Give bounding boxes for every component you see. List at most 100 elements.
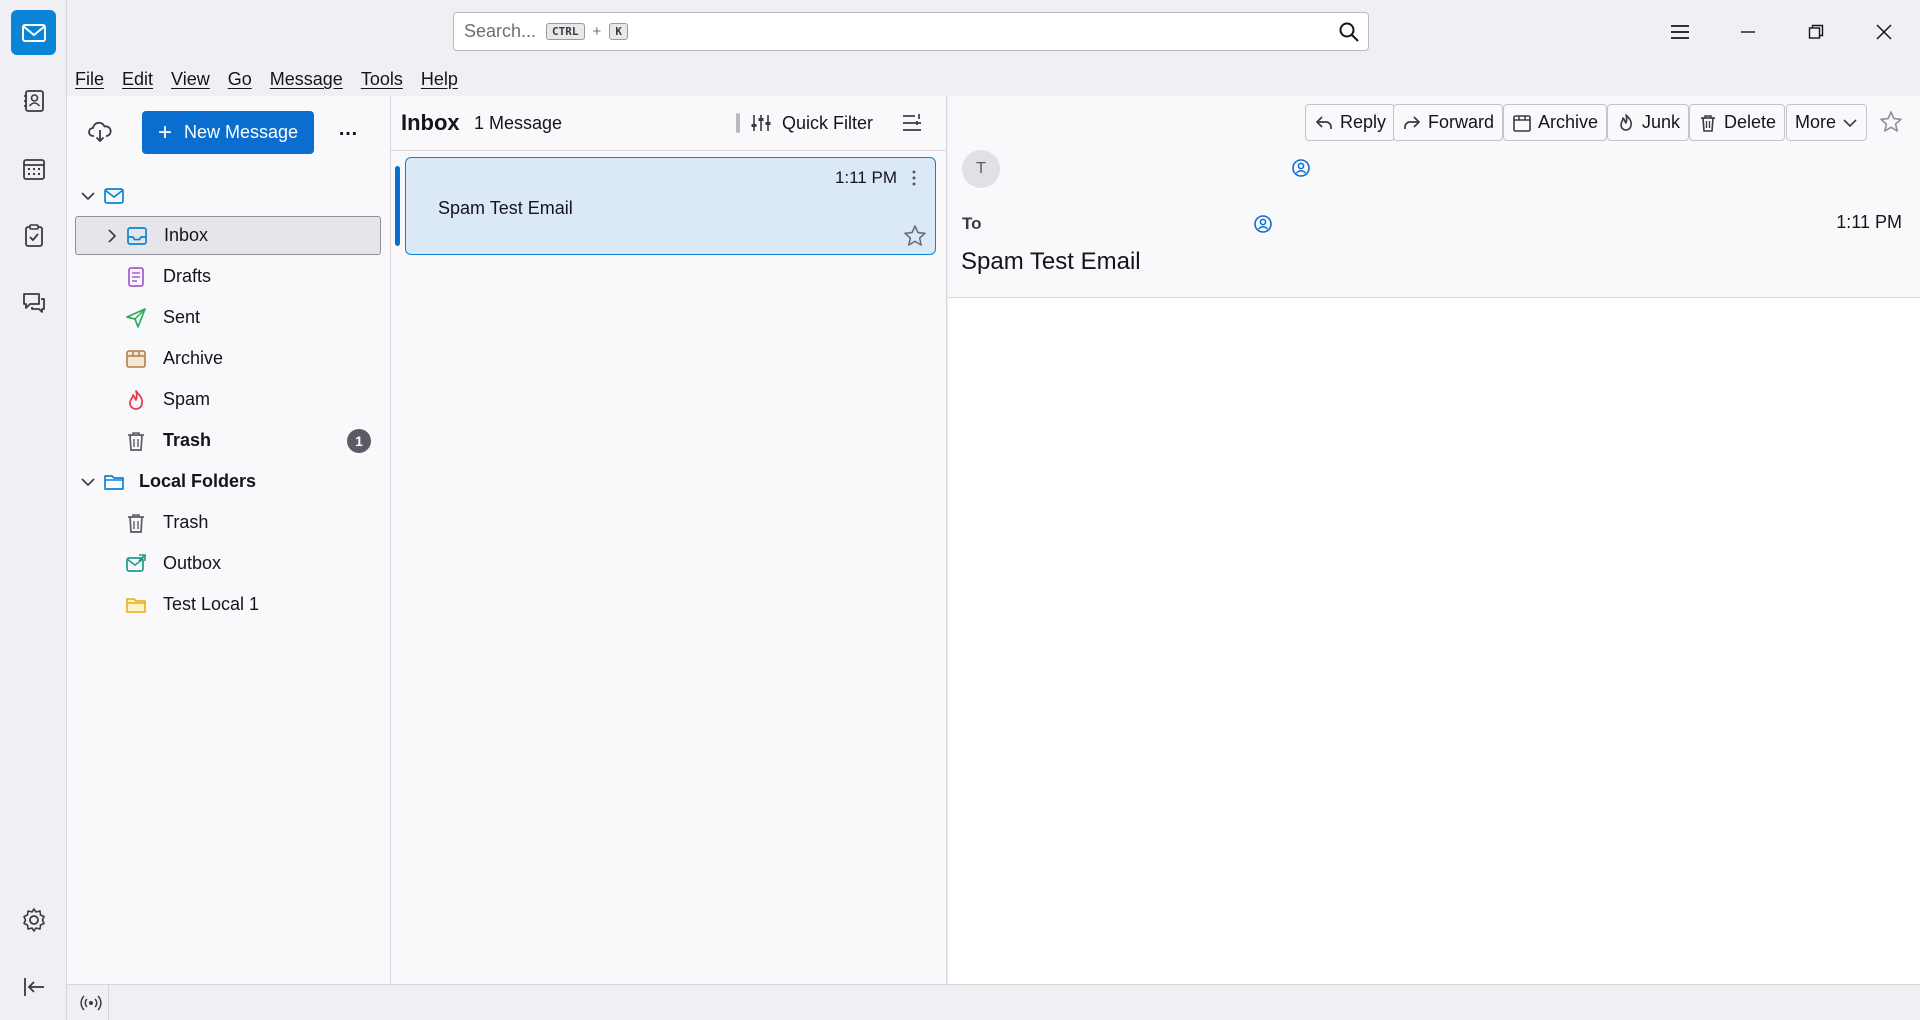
- folder-sent[interactable]: Sent: [75, 298, 381, 337]
- minimize-icon: [1741, 31, 1755, 33]
- reply-button[interactable]: Reply: [1305, 104, 1396, 141]
- archive-button[interactable]: Archive: [1503, 104, 1608, 141]
- junk-button[interactable]: Junk: [1607, 104, 1690, 141]
- inbox-icon: [126, 225, 148, 247]
- address-book-icon: [23, 89, 44, 112]
- trash-icon: [125, 430, 147, 452]
- quick-filter-label: Quick Filter: [782, 112, 874, 133]
- menu-message[interactable]: Message: [270, 69, 343, 90]
- restore-button[interactable]: [1794, 10, 1838, 54]
- settings-icon: [22, 907, 45, 932]
- star-icon[interactable]: [903, 224, 927, 248]
- message-date: 1:11 PM: [1836, 212, 1902, 232]
- minimize-button[interactable]: [1726, 10, 1770, 54]
- collapse-spaces-icon: [23, 977, 44, 996]
- folder-label-spam: Spam: [163, 389, 211, 409]
- menu-help[interactable]: Help: [421, 69, 458, 90]
- collapse-spaces-button[interactable]: [11, 964, 56, 1009]
- contact-icon: [1292, 159, 1310, 177]
- chat-space-button[interactable]: [11, 280, 56, 325]
- shortcut-plus: +: [592, 23, 602, 40]
- selected-card-accent: [395, 166, 400, 246]
- more-button[interactable]: More: [1786, 104, 1868, 141]
- folder-trash[interactable]: Trash 1: [75, 421, 381, 460]
- thread-display-options-button[interactable]: [901, 113, 923, 133]
- menu-tools[interactable]: Tools: [361, 69, 403, 90]
- archive-box-icon: [1513, 114, 1531, 132]
- forward-label: Forward: [1428, 112, 1495, 132]
- kebab-menu-icon[interactable]: [911, 170, 917, 186]
- junk-flame-icon: [1620, 113, 1632, 131]
- delete-button[interactable]: Delete: [1689, 104, 1786, 141]
- message-card[interactable]: 1:11 PM Spam Test Email: [405, 157, 936, 255]
- trash-icon: [1701, 114, 1715, 132]
- quick-filter-button[interactable]: Quick Filter: [736, 113, 873, 134]
- address-book-space-button[interactable]: [11, 78, 56, 123]
- outbox-icon: [125, 553, 147, 575]
- folder-pane: + New Message … Inbox Drafts Sent Archiv…: [67, 96, 391, 984]
- mail-space-button[interactable]: [11, 10, 56, 55]
- sender-avatar: T: [962, 150, 1000, 188]
- calendar-space-button[interactable]: [11, 146, 56, 191]
- folder-label-trash: Trash: [163, 430, 212, 450]
- close-window-button[interactable]: [1862, 10, 1906, 54]
- menu-view[interactable]: View: [171, 69, 210, 90]
- folder-label-local-folders: Local Folders: [139, 471, 257, 491]
- settings-button[interactable]: [11, 897, 56, 942]
- thread-message-count: 1 Message: [474, 112, 563, 133]
- local-folders-row[interactable]: Local Folders: [75, 462, 381, 501]
- account-row[interactable]: [75, 176, 381, 215]
- get-messages-button[interactable]: [87, 119, 113, 145]
- online-status-button[interactable]: [73, 985, 109, 1020]
- thread-pane: Inbox 1 Message Quick Filter 1:11 PM Spa…: [391, 96, 947, 984]
- trash-unread-badge: 1: [347, 428, 371, 453]
- message-subject: Spam Test Email: [961, 248, 1141, 275]
- tasks-icon: [24, 223, 43, 247]
- chevron-down-icon[interactable]: [78, 186, 98, 206]
- thread-pane-header: Inbox 1 Message Quick Filter: [391, 96, 947, 151]
- sent-icon: [125, 307, 147, 329]
- global-search-input[interactable]: Search... CTRL + K: [453, 12, 1369, 51]
- sender-contact-button[interactable]: [1291, 158, 1311, 178]
- close-icon: [1876, 24, 1892, 40]
- calendar-icon: [22, 158, 45, 180]
- new-message-button[interactable]: + New Message: [142, 111, 314, 154]
- drafts-icon: [125, 266, 147, 288]
- local-folders-icon: [103, 471, 125, 493]
- spaces-toolbar: [0, 0, 67, 1020]
- folder-archive[interactable]: Archive: [75, 339, 381, 378]
- tasks-space-button[interactable]: [11, 213, 56, 258]
- folder-pane-more-button[interactable]: …: [338, 118, 359, 141]
- contact-icon: [1254, 215, 1272, 233]
- shortcut-key-k: K: [609, 23, 628, 40]
- folder-label-test-local-1: Test Local 1: [163, 594, 260, 614]
- star-message-button[interactable]: [1879, 110, 1903, 134]
- chat-icon: [22, 292, 45, 313]
- folder-test-local-1[interactable]: Test Local 1: [75, 585, 381, 624]
- forward-button[interactable]: Forward: [1393, 104, 1504, 141]
- new-message-label: New Message: [183, 122, 299, 142]
- menu-file[interactable]: File: [75, 69, 104, 90]
- chevron-down-icon: [1843, 118, 1857, 127]
- divider: [736, 113, 740, 133]
- folder-outbox[interactable]: Outbox: [75, 544, 381, 583]
- folder-local-trash[interactable]: Trash: [75, 503, 381, 542]
- folder-label-inbox: Inbox: [164, 225, 209, 245]
- chevron-right-icon[interactable]: [102, 226, 122, 246]
- delete-label: Delete: [1724, 112, 1777, 132]
- menu-go[interactable]: Go: [228, 69, 252, 90]
- cloud-download-icon: [88, 121, 112, 143]
- folder-inbox[interactable]: Inbox: [75, 216, 381, 255]
- folder-spam[interactable]: Spam: [75, 380, 381, 419]
- title-bar: Search... CTRL + K: [67, 0, 1920, 63]
- menu-edit[interactable]: Edit: [122, 69, 153, 90]
- message-body: [948, 299, 1920, 984]
- forward-icon: [1404, 115, 1421, 129]
- app-menu-button[interactable]: [1658, 10, 1702, 54]
- chevron-down-icon[interactable]: [78, 472, 98, 492]
- folder-drafts[interactable]: Drafts: [75, 257, 381, 296]
- menu-bar: File Edit View Go Message Tools Help: [67, 63, 1920, 96]
- search-icon[interactable]: [1338, 21, 1360, 43]
- recipient-contact-button[interactable]: [1253, 214, 1273, 234]
- hamburger-menu-icon: [1671, 25, 1689, 39]
